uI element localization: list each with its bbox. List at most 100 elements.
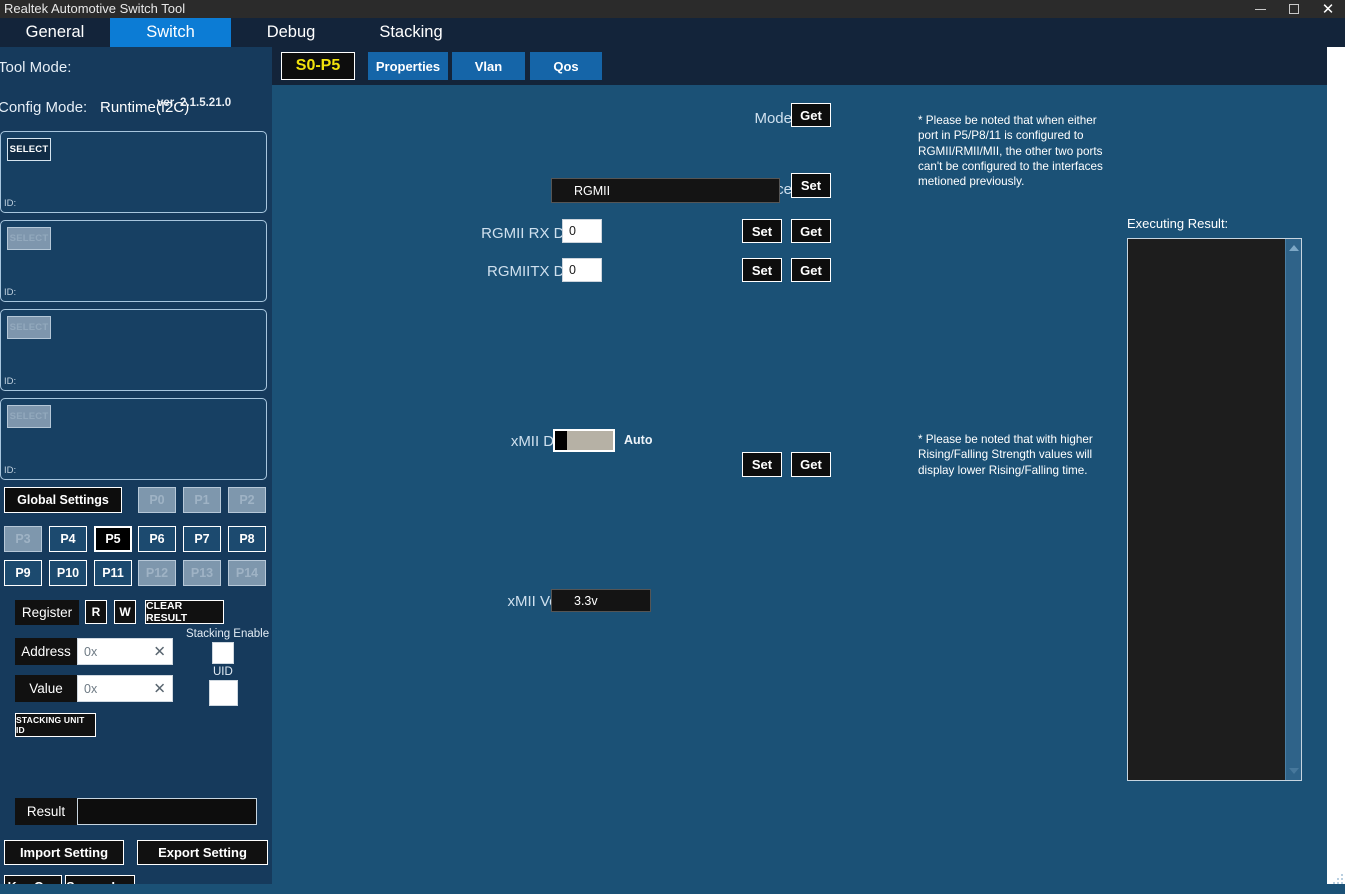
address-clear-icon[interactable]: ✕	[153, 644, 166, 659]
export-setting-button[interactable]: Export Setting	[137, 840, 268, 865]
tab-stacking[interactable]: Stacking	[351, 18, 471, 47]
port-button-p12[interactable]: P12	[138, 560, 176, 586]
address-label: Address	[15, 638, 77, 665]
rgmii-tx-delay-get-button[interactable]: Get	[791, 258, 831, 282]
application-window: Realtek Automotive Switch Tool ✕ General…	[0, 0, 1345, 894]
result-label: Result	[15, 798, 77, 825]
executing-result-title: Executing Result:	[1127, 216, 1229, 231]
sub-tab-bar: S0-P5 Properties Vlan Qos	[272, 47, 1327, 85]
subtab-vlan[interactable]: Vlan	[452, 52, 525, 80]
main-tab-bar: General Switch Debug Stacking	[0, 18, 1345, 47]
subtab-qos[interactable]: Qos	[530, 52, 602, 80]
rgmii-tx-delay-value: 0	[569, 263, 576, 277]
executing-result-textarea[interactable]	[1127, 238, 1302, 781]
clear-result-button[interactable]: CLEAR RESULT	[145, 600, 224, 624]
mode-label: Mode	[754, 110, 792, 127]
select-button-1[interactable]: SELECT	[7, 138, 51, 161]
xmii-driving-get-button[interactable]: Get	[791, 452, 831, 477]
value-input[interactable]: 0x ✕	[77, 675, 173, 702]
port-button-p13[interactable]: P13	[183, 560, 221, 586]
driving-note: * Please be noted that with higher Risin…	[918, 433, 1093, 477]
value-label: Value	[15, 675, 77, 702]
stacking-enable-checkbox[interactable]	[212, 642, 234, 664]
tab-debug[interactable]: Debug	[231, 18, 351, 47]
rgmii-rx-delay-set-button[interactable]: Set	[742, 219, 782, 243]
xmii-driving-toggle[interactable]	[553, 429, 615, 452]
window-controls: ✕	[1243, 0, 1345, 18]
rgmii-tx-delay-label: RGMIITX Delay	[486, 263, 592, 280]
select-panel-1: SELECT ID:	[0, 131, 267, 213]
rgmii-rx-delay-input[interactable]: 0	[562, 219, 602, 243]
xmii-driving-toggle-thumb	[555, 431, 567, 450]
maximize-icon[interactable]	[1277, 0, 1311, 18]
rgmii-tx-delay-input[interactable]: 0	[562, 258, 602, 282]
interface-note: * Please be noted that when either port …	[918, 114, 1103, 189]
mode-get-button[interactable]: Get	[791, 103, 831, 127]
port-button-p8[interactable]: P8	[228, 526, 266, 552]
port-button-p3[interactable]: P3	[4, 526, 42, 552]
rgmii-rx-delay-get-button[interactable]: Get	[791, 219, 831, 243]
interface-set-button[interactable]: Set	[791, 173, 831, 198]
select-button-4[interactable]: SELECT	[7, 405, 51, 428]
bottom-bar	[0, 884, 1345, 894]
port-button-p11[interactable]: P11	[94, 560, 132, 586]
uid-label: UID	[213, 666, 233, 678]
rgmii-rx-delay-value: 0	[569, 224, 576, 238]
select-panel-2-id: ID:	[4, 287, 17, 298]
select-button-2[interactable]: SELECT	[7, 227, 51, 250]
rgmii-rx-delay-label: RGMII RX Delay	[481, 225, 592, 242]
tab-general[interactable]: General	[0, 18, 110, 47]
tool-mode-label: Tool Mode:	[0, 59, 72, 76]
content-area: S0-P5 Properties Vlan Qos Mode Get Inter…	[272, 47, 1327, 884]
value-clear-icon[interactable]: ✕	[153, 681, 166, 696]
minimize-icon[interactable]	[1243, 0, 1277, 18]
port-button-p1[interactable]: P1	[183, 487, 221, 513]
select-panel-4-id: ID:	[4, 465, 17, 476]
register-label: Register	[15, 600, 79, 625]
executing-result-scrollbar[interactable]	[1285, 239, 1301, 780]
port-button-p6[interactable]: P6	[138, 526, 176, 552]
import-setting-button[interactable]: Import Setting	[4, 840, 124, 865]
port-button-p0[interactable]: P0	[138, 487, 176, 513]
window-title: Realtek Automotive Switch Tool	[4, 1, 186, 16]
port-button-p10[interactable]: P10	[49, 560, 87, 586]
address-input[interactable]: 0x ✕	[77, 638, 173, 665]
port-button-p7[interactable]: P7	[183, 526, 221, 552]
global-settings-button[interactable]: Global Settings	[4, 487, 122, 513]
close-icon[interactable]: ✕	[1311, 0, 1345, 18]
xmii-voltage-dropdown[interactable]: 3.3v	[551, 589, 651, 612]
register-read-button[interactable]: R	[85, 600, 107, 624]
interface-value: RGMII	[574, 183, 611, 198]
port-button-p4[interactable]: P4	[49, 526, 87, 552]
xmii-driving-toggle-text: Auto	[624, 433, 653, 447]
xmii-driving-set-button[interactable]: Set	[742, 452, 782, 477]
value-input-value: 0x	[84, 681, 98, 696]
port-button-p5[interactable]: P5	[94, 526, 132, 552]
rgmii-tx-delay-set-button[interactable]: Set	[742, 258, 782, 282]
subtab-properties[interactable]: Properties	[368, 52, 448, 80]
select-panel-2: SELECT ID:	[0, 220, 267, 302]
stacking-unit-id-button[interactable]: STACKING UNIT ID	[15, 713, 96, 737]
config-mode-label: Config Mode:	[0, 99, 88, 116]
uid-input[interactable]	[209, 680, 238, 706]
interface-dropdown[interactable]: RGMII	[551, 178, 780, 203]
register-write-button[interactable]: W	[114, 600, 136, 624]
select-button-3[interactable]: SELECT	[7, 316, 51, 339]
select-panel-4: SELECT ID:	[0, 398, 267, 480]
xmii-voltage-value: 3.3v	[574, 593, 598, 608]
stacking-enable-label: Stacking Enable	[186, 628, 270, 640]
result-field[interactable]	[77, 798, 257, 825]
address-input-value: 0x	[84, 644, 98, 659]
tab-switch[interactable]: Switch	[110, 18, 231, 47]
port-button-p14[interactable]: P14	[228, 560, 266, 586]
subtab-unit-s0-p5[interactable]: S0-P5	[281, 52, 355, 80]
resize-grip[interactable]	[1329, 872, 1343, 884]
port-button-p9[interactable]: P9	[4, 560, 42, 586]
port-button-p2[interactable]: P2	[228, 487, 266, 513]
title-bar: Realtek Automotive Switch Tool ✕	[0, 0, 1345, 18]
scroll-up-arrow-icon[interactable]	[1288, 245, 1299, 251]
select-panel-3-id: ID:	[4, 376, 17, 387]
select-panel-1-id: ID:	[4, 198, 17, 209]
scroll-down-arrow-icon[interactable]	[1288, 768, 1299, 774]
select-panel-3: SELECT ID:	[0, 309, 267, 391]
